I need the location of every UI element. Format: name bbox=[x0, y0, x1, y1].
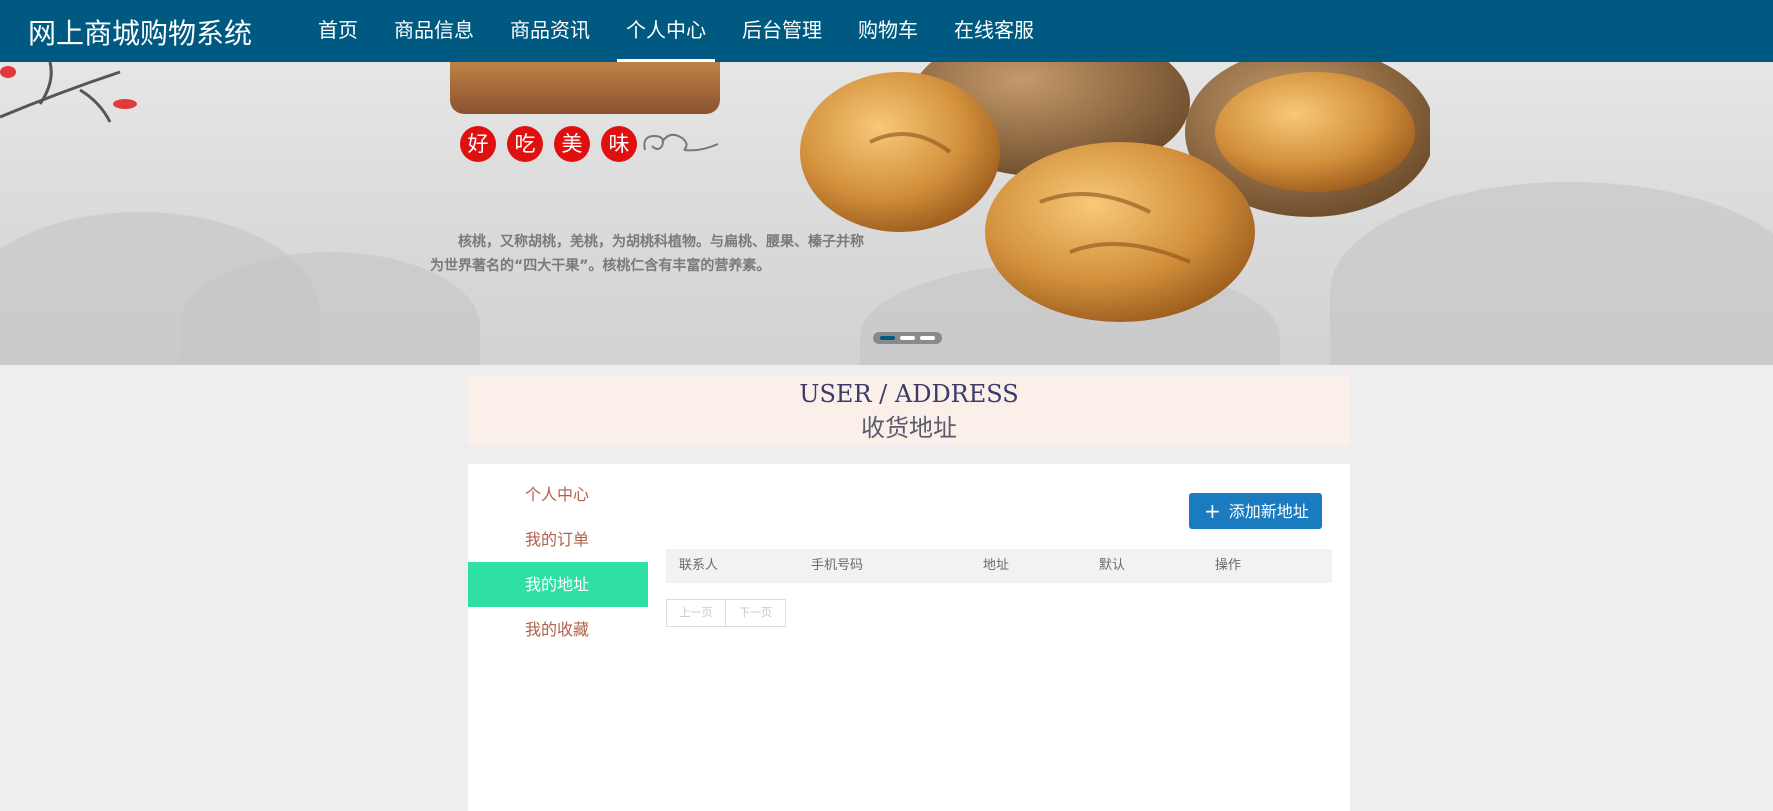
nav-products[interactable]: 商品信息 bbox=[376, 0, 492, 62]
top-navbar: 网上商城购物系统 首页 商品信息 商品资讯 个人中心 后台管理 购物车 在线客服 bbox=[0, 0, 1773, 62]
sidebar-item-favorites[interactable]: 我的收藏 bbox=[468, 607, 648, 652]
nav-news[interactable]: 商品资讯 bbox=[492, 0, 608, 62]
user-sidebar: 个人中心 我的订单 我的地址 我的收藏 bbox=[468, 472, 648, 652]
add-address-label: 添加新地址 bbox=[1228, 502, 1309, 521]
main-nav: 首页 商品信息 商品资讯 个人中心 后台管理 购物车 在线客服 bbox=[300, 0, 1052, 62]
section-title: USER / ADDRESS 收货地址 bbox=[468, 375, 1350, 445]
nav-admin[interactable]: 后台管理 bbox=[724, 0, 840, 62]
pagination: 上一页 下一页 bbox=[666, 599, 786, 627]
sidebar-item-user-center[interactable]: 个人中心 bbox=[468, 472, 648, 517]
carousel-indicators bbox=[873, 332, 942, 344]
nav-customer-service[interactable]: 在线客服 bbox=[936, 0, 1052, 62]
walnut-image bbox=[800, 62, 1430, 322]
banner-badge: 美 bbox=[554, 126, 590, 162]
cloud-swirl-icon bbox=[643, 133, 719, 152]
nav-cart[interactable]: 购物车 bbox=[840, 0, 936, 62]
sidebar-item-orders[interactable]: 我的订单 bbox=[468, 517, 648, 562]
banner-badges: 好 吃 美 味 bbox=[460, 126, 637, 162]
column-header-phone: 手机号码 bbox=[811, 558, 864, 573]
banner-badge: 味 bbox=[601, 126, 637, 162]
site-brand[interactable]: 网上商城购物系统 bbox=[28, 12, 252, 52]
user-address-panel: 个人中心 我的订单 我的地址 我的收藏 + 添加新地址 联系人 手机号码 地址 默… bbox=[468, 464, 1350, 811]
nav-home[interactable]: 首页 bbox=[300, 0, 376, 62]
ink-branch-decoration bbox=[0, 62, 137, 123]
sidebar-item-addresses[interactable]: 我的地址 bbox=[468, 562, 648, 607]
address-table-header: 联系人 手机号码 地址 默认 操作 bbox=[666, 549, 1332, 583]
prev-page-button[interactable]: 上一页 bbox=[666, 599, 726, 627]
column-header-address: 地址 bbox=[983, 558, 1010, 573]
section-title-en: USER / ADDRESS bbox=[799, 380, 1019, 408]
section-title-cn: 收货地址 bbox=[861, 414, 957, 442]
banner-badge: 好 bbox=[460, 126, 496, 162]
carousel-dot[interactable] bbox=[920, 336, 935, 340]
nav-user-center[interactable]: 个人中心 bbox=[608, 0, 724, 62]
column-header-actions: 操作 bbox=[1215, 558, 1242, 573]
carousel-dot[interactable] bbox=[880, 336, 895, 340]
column-header-contact: 联系人 bbox=[679, 558, 719, 573]
add-address-button[interactable]: + 添加新地址 bbox=[1189, 493, 1322, 529]
plus-icon: + bbox=[1204, 499, 1221, 523]
next-page-button[interactable]: 下一页 bbox=[726, 599, 786, 627]
banner-title-art bbox=[450, 62, 720, 114]
carousel-dot[interactable] bbox=[900, 336, 915, 340]
banner-badge: 吃 bbox=[507, 126, 543, 162]
column-header-default: 默认 bbox=[1099, 558, 1126, 573]
banner-carousel[interactable]: 好 吃 美 味 核桃，又称胡桃，羌桃，为胡桃科植物。与扁桃、腰果、榛子并称为世界… bbox=[0, 62, 1773, 365]
